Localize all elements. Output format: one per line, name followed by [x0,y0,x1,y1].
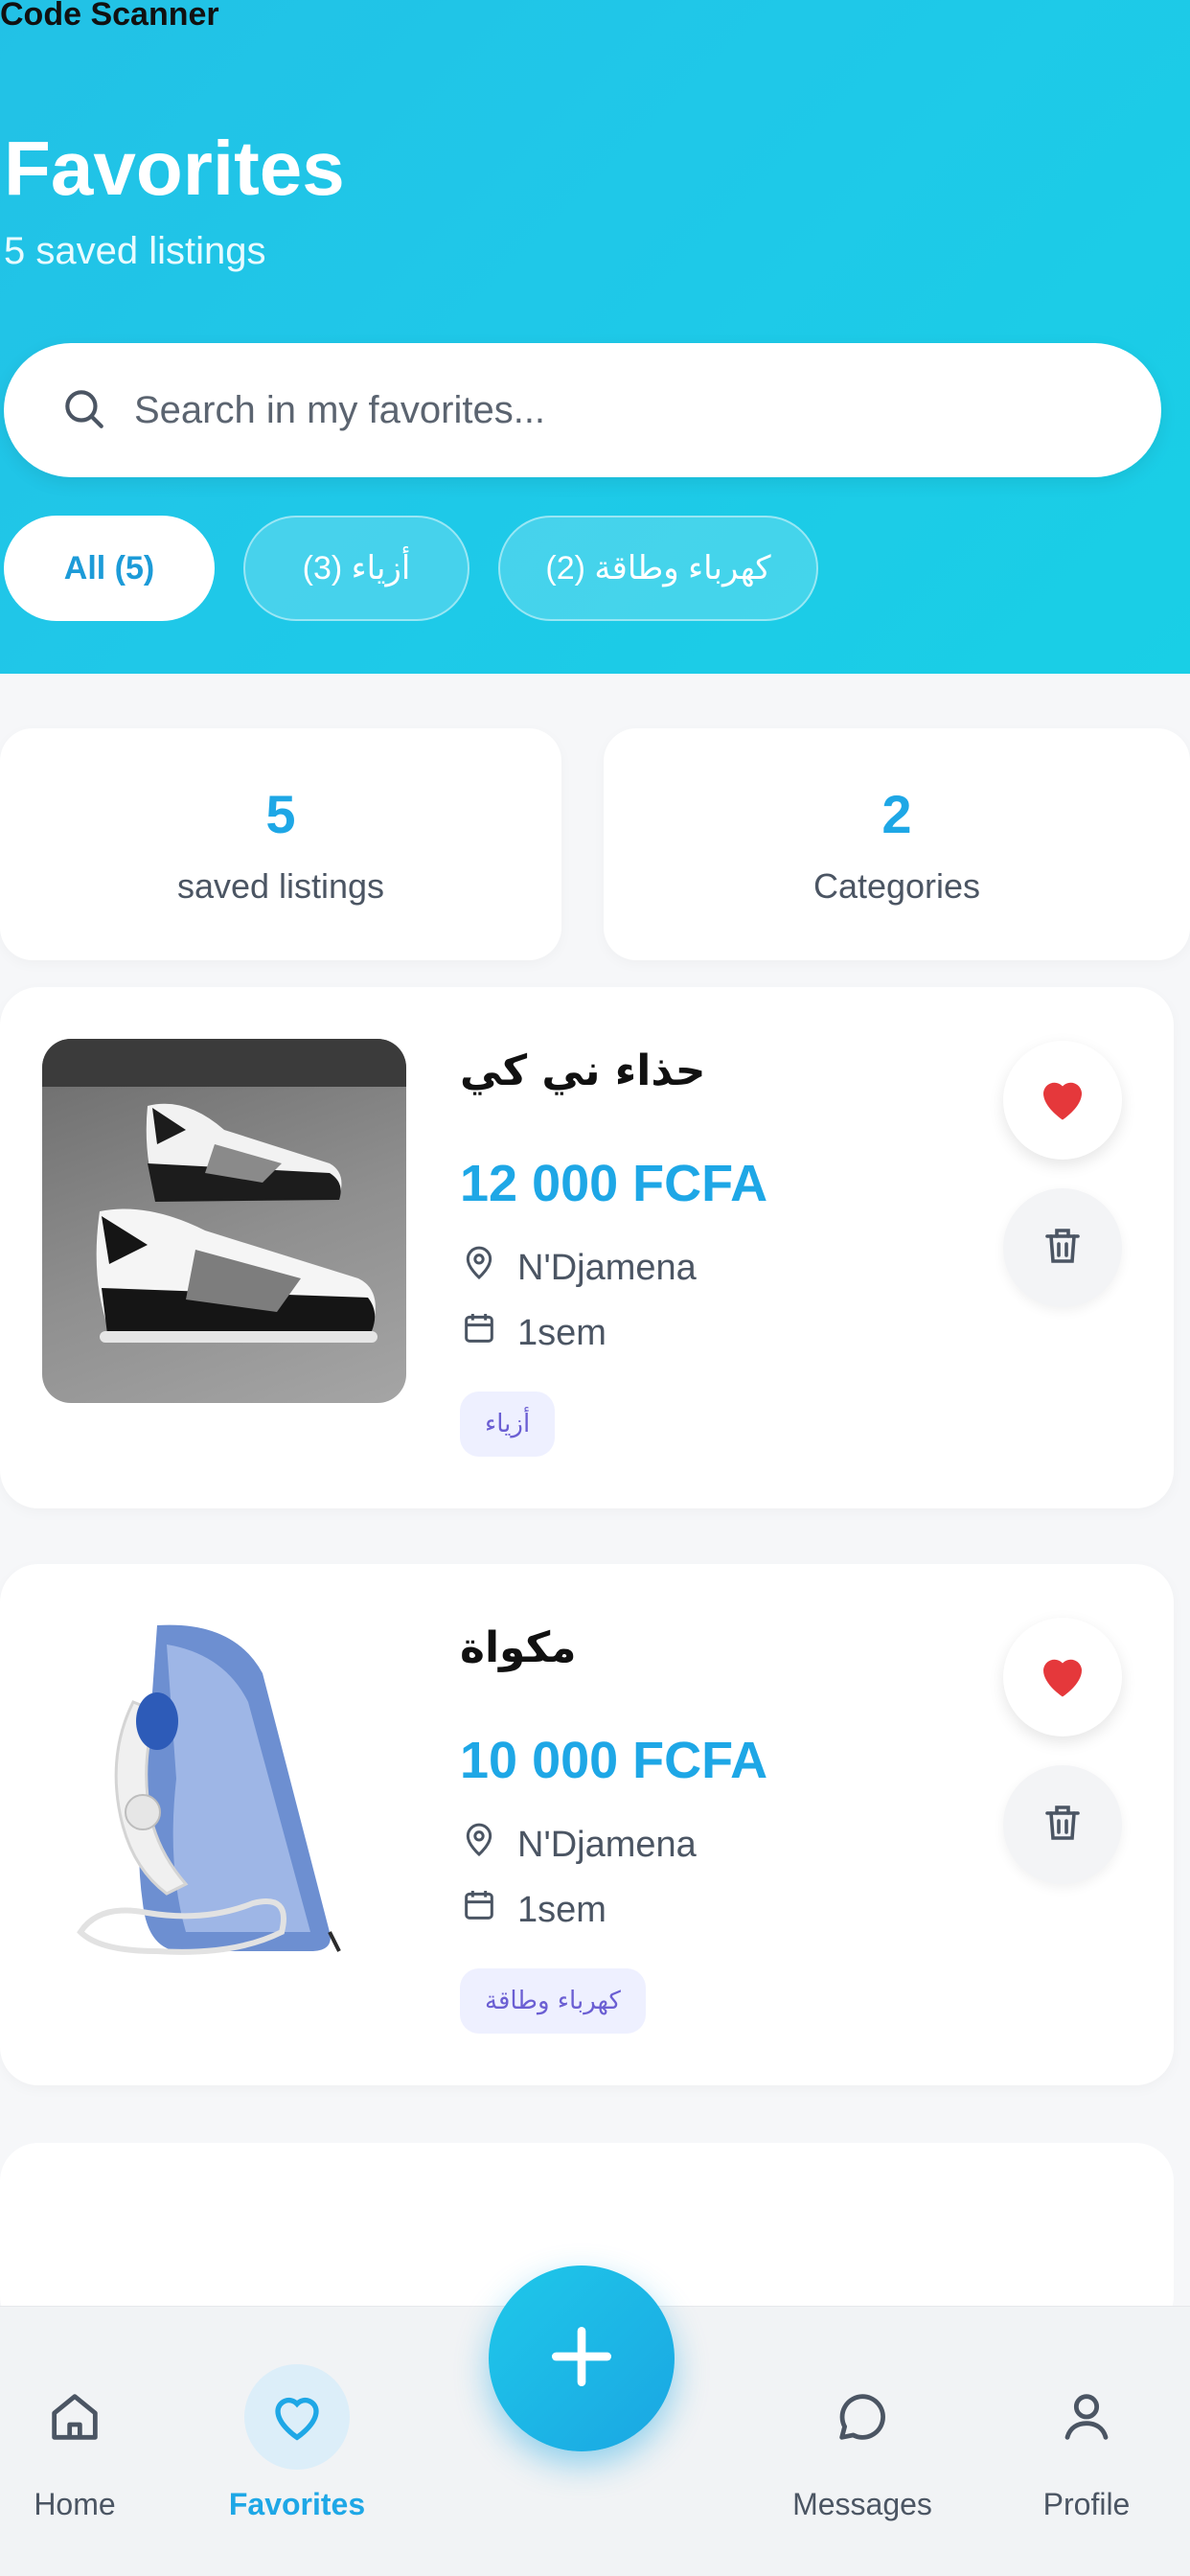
status-app-label: Code Scanner [0,0,219,33]
sneakers-image [42,1039,406,1403]
trash-icon [1040,1223,1086,1274]
listing-price: 10 000 FCFA [460,1732,768,1789]
listing-price: 12 000 FCFA [460,1155,768,1212]
category-badge: كهرباء وطاقة [460,1968,646,2034]
favorite-button[interactable] [1003,1041,1122,1160]
filter-chip-fashion[interactable]: أزياء (3) [243,516,469,621]
filter-chip-all[interactable]: All (5) [4,516,215,621]
favorite-button[interactable] [1003,1618,1122,1736]
nav-item-favorites[interactable]: Favorites [220,2307,374,2576]
listing-date: 1sem [460,1309,606,1357]
iron-image [42,1616,406,1980]
location-pin-icon [460,1244,517,1292]
listing-location: N'Djamena [460,1821,697,1869]
search-bar[interactable] [4,343,1161,477]
message-icon [810,2364,915,2470]
nav-label: Profile [1042,2487,1131,2521]
filter-chips: All (5) أزياء (3) كهرباء وطاقة (2) [4,516,818,621]
listing-title: حذاء ني كي [460,1046,706,1095]
nav-label: Messages [792,2487,932,2521]
stat-label: saved listings [176,865,385,906]
location-pin-icon [460,1821,517,1869]
nav-item-profile[interactable]: Profile [1029,2307,1144,2576]
plus-icon [543,2318,620,2400]
stat-value: 2 [881,783,912,844]
page-subtitle: 5 saved listings [4,230,266,272]
category-badge: أزياء [460,1392,556,1457]
nav-item-home[interactable]: Home [21,2307,128,2576]
stat-label: Categories [812,865,981,906]
listing-card[interactable]: حذاء ني كي 12 000 FCFA N'Djamena 1sem أز… [0,987,1174,1508]
stat-card-saved: 5 saved listings [0,728,561,960]
add-listing-button[interactable] [489,2266,675,2451]
home-icon [22,2364,127,2470]
location-text: N'Djamena [517,1824,697,1865]
location-text: N'Djamena [517,1247,697,1288]
heart-filled-icon [1034,1646,1091,1709]
listing-card[interactable]: مكواة 10 000 FCFA N'Djamena 1sem كهرباء … [0,1564,1174,2085]
listing-title: مكواة [460,1623,577,1672]
nav-label: Favorites [228,2487,366,2521]
nav-label: Home [34,2487,116,2521]
date-text: 1sem [517,1889,606,1930]
date-text: 1sem [517,1312,606,1353]
stat-value: 5 [265,783,296,844]
header: Code Scanner Favorites 5 saved listings … [0,0,1190,674]
search-input[interactable] [134,388,996,432]
nav-item-messages[interactable]: Messages [776,2307,949,2576]
search-icon [4,384,134,437]
trash-icon [1040,1800,1086,1851]
stat-card-categories: 2 Categories [604,728,1190,960]
listing-location: N'Djamena [460,1244,697,1292]
heart-icon [244,2364,350,2470]
user-icon [1034,2364,1139,2470]
filter-chip-electricity[interactable]: كهرباء وطاقة (2) [498,516,818,621]
calendar-icon [460,1309,517,1357]
heart-filled-icon [1034,1070,1091,1132]
page-title: Favorites [4,126,345,211]
delete-button[interactable] [1003,1765,1122,1884]
delete-button[interactable] [1003,1188,1122,1307]
calendar-icon [460,1886,517,1934]
listing-date: 1sem [460,1886,606,1934]
